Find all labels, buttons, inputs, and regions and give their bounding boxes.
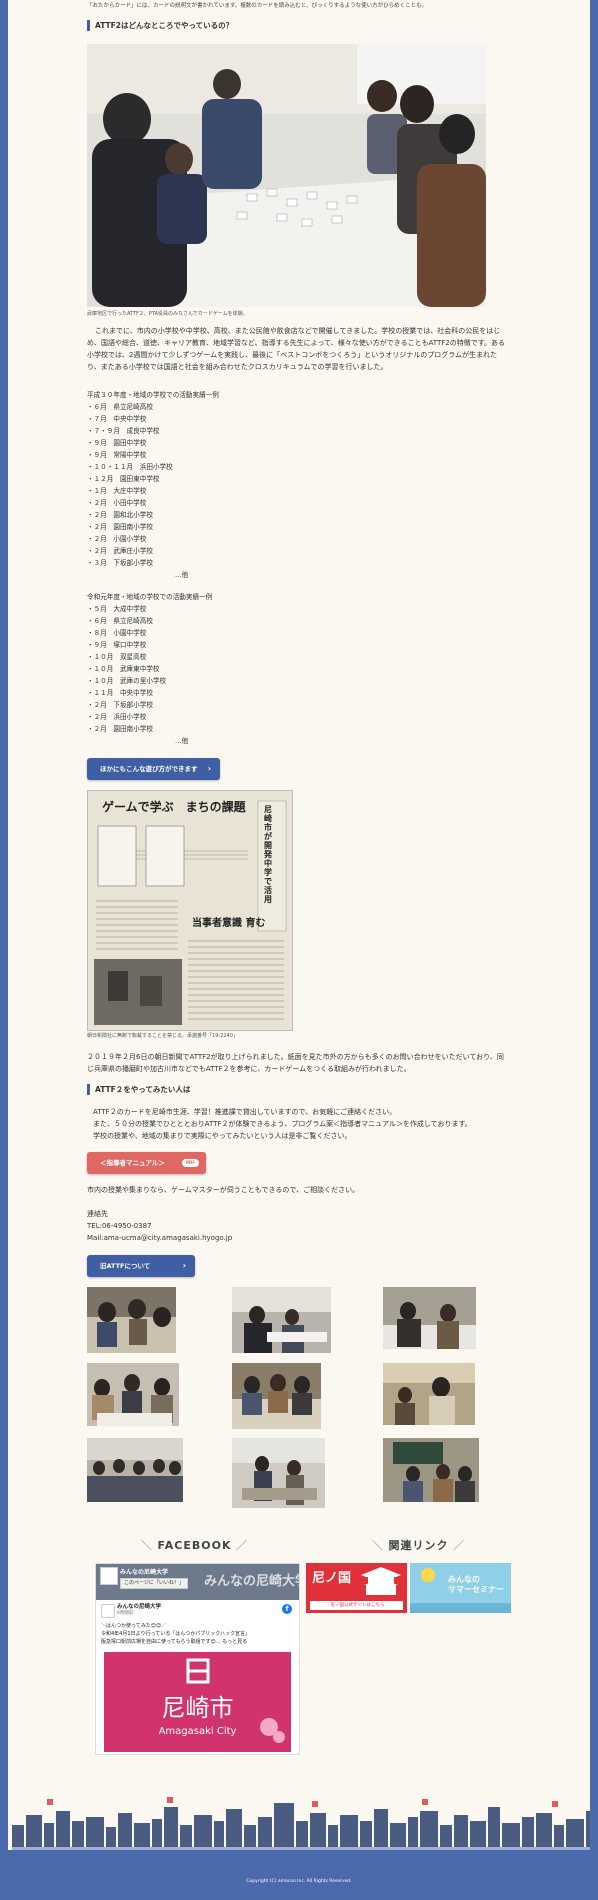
list-title: 令和元年度・地域の学校での活動実績一例 bbox=[87, 593, 213, 601]
list-item: ・５月 大成中学校 bbox=[87, 605, 147, 613]
fb-page-name[interactable]: みんなの尼崎大学 bbox=[120, 1568, 168, 1577]
news-paragraph: ２０１９年２月6日の朝日新聞でATTF2が取り上げられました。紙面を見た市外の方… bbox=[87, 1053, 504, 1073]
fb-city-name-jp: 尼崎市 bbox=[161, 1694, 234, 1722]
activity-list-2018: 平成３０年度・地域の学校での活動実績一例 ・６月 県立尼崎高校 ・７月 中央中学… bbox=[87, 389, 219, 581]
list-item: ・２月 園田南小学校 bbox=[87, 523, 153, 531]
more-ways-label: ほかにもこんな遊び方ができます bbox=[100, 765, 198, 773]
manual-button-label: ＜指導者マニュアル＞ bbox=[100, 1159, 165, 1167]
list-item: ・２月 園田南小学校 bbox=[87, 725, 153, 733]
town-skyline-illustration bbox=[12, 1797, 590, 1850]
fb-post-avatar bbox=[101, 1604, 115, 1618]
list-item: ・２月 小田中学校 bbox=[87, 499, 147, 507]
gallery-photo-1[interactable] bbox=[87, 1287, 176, 1353]
fb-post-time: 6時間前 bbox=[117, 1611, 134, 1616]
news-side-headline: 尼崎市が開発 中学で活用 bbox=[264, 805, 280, 904]
where-paragraph: これまでに、市内の小学校や中学校、高校、また公民館や飲食店などで開催してきました… bbox=[87, 327, 506, 371]
gallery-photo-5[interactable] bbox=[232, 1363, 321, 1429]
where-heading: ATTF2はどんなところでやっているの？ bbox=[87, 20, 233, 31]
try-line-2: また、５０分の授業でひとととおりATTF２が体験できるよう、プログラム案＜指導者… bbox=[93, 1120, 472, 1128]
list-item: ・２月 園和北小学校 bbox=[87, 511, 153, 519]
banner2-title: みんなの サマーセミナー bbox=[448, 1575, 504, 1594]
intro-text: 「おたからカード」には、カードの説明文が書かれています。複数のカードを読み込むと… bbox=[87, 3, 428, 9]
more-ways-button[interactable]: ほかにもこんな遊び方ができます › bbox=[87, 758, 220, 780]
banner1-title: 尼ノ国 bbox=[312, 1571, 352, 1586]
page: 「おたからカード」には、カードの説明文が書かれています。複数のカードを読み込むと… bbox=[8, 0, 590, 1850]
try-paragraph: ATTF２のカードを尼崎市生涯、学習！推進課で貸出していますので、お気軽にご連絡… bbox=[87, 1106, 509, 1142]
pdf-badge: PDF bbox=[182, 1159, 199, 1167]
gallery-photo-9[interactable] bbox=[383, 1438, 479, 1502]
list-item: ・７・９月 成良中学校 bbox=[87, 427, 160, 435]
list-item: ・１０月 武庫東中学校 bbox=[87, 665, 160, 673]
manual-pdf-button[interactable]: ＜指導者マニュアル＞ PDF bbox=[87, 1152, 206, 1174]
fb-city-name-en: Amagasaki City bbox=[158, 1726, 237, 1737]
list-etc: …他 bbox=[175, 737, 189, 745]
list-item: ・９月 常陽中学校 bbox=[87, 451, 147, 459]
contact-note: 市内の授業や集まりなら、ゲームマスターが伺うこともできるので、ご相談ください。 bbox=[87, 1186, 360, 1194]
list-item: ・６月 県立尼崎高校 bbox=[87, 617, 153, 625]
list-item: ・２月 武庫庄小学校 bbox=[87, 547, 153, 555]
gallery-photo-6[interactable] bbox=[383, 1363, 475, 1425]
list-item: ・１０月 武庫の里小学校 bbox=[87, 677, 167, 685]
try-heading: ATTF２をやってみたい人は bbox=[87, 1084, 190, 1095]
list-item: ・１０・１１月 浜田小学校 bbox=[87, 463, 173, 471]
fb-like-label: このページに「いいね！」 bbox=[124, 1580, 184, 1586]
fb-cover-text: みんなの尼崎大学 bbox=[204, 1574, 300, 1589]
gallery-photo-7[interactable] bbox=[87, 1438, 183, 1502]
list-item: ・７月 中央中学校 bbox=[87, 415, 147, 423]
list-item: ・３月 下坂部小学校 bbox=[87, 559, 153, 567]
list-item: ・１月 大庄中学校 bbox=[87, 487, 147, 495]
gallery-photo-4[interactable] bbox=[87, 1363, 179, 1426]
contact-label: 連絡先 bbox=[87, 1210, 108, 1218]
gallery-photo-2[interactable] bbox=[232, 1287, 331, 1353]
gallery-photo-3[interactable] bbox=[383, 1287, 476, 1349]
facebook-widget[interactable]: みんなの尼崎大学 みんなの尼崎大学 このページに「いいね！」 みんなの尼崎大学 … bbox=[95, 1563, 300, 1755]
list-item: ・２月 小園小学校 bbox=[87, 535, 147, 543]
footer bbox=[0, 1850, 598, 1900]
list-item: ・９月 園田中学校 bbox=[87, 439, 147, 447]
news-sub-headline: 当事者意識 育む bbox=[192, 918, 266, 929]
list-item: ・１０月 双星高校 bbox=[87, 653, 147, 661]
photo-caption: 武庫地区で行ったATTF２。PTA役員のみなさんでカードゲームを体験。 bbox=[87, 311, 248, 317]
related-section-title: ＼ 関連リンク ／ bbox=[372, 1539, 465, 1552]
copyright: Copyright (C) amacoo Inc. All Rights Res… bbox=[246, 1879, 352, 1884]
gallery-photo-8[interactable] bbox=[232, 1438, 325, 1508]
banner1-sub: 尼ノ国公式サイトはこちら bbox=[330, 1603, 385, 1608]
try-line-1: ATTF２のカードを尼崎市生涯、学習！推進課で貸出していますので、お気軽にご連絡… bbox=[93, 1108, 397, 1116]
fb-post-line: ＼はんつか使ってみた😊😊／ bbox=[101, 1623, 167, 1629]
fb-post-line: 令和4年4月1日より行っている「はんつかパブリックハック宣言」 bbox=[101, 1631, 250, 1637]
list-title: 平成３０年度・地域の学校での活動実績一例 bbox=[87, 391, 219, 399]
fb-post-text: ＼はんつか使ってみた😊😊／ 令和4年4月1日より行っている「はんつかパブリックハ… bbox=[101, 1622, 294, 1646]
list-item: ・２月 浜田小学校 bbox=[87, 713, 147, 721]
facebook-icon: f bbox=[282, 1604, 292, 1614]
facebook-section-title: ＼ FACEBOOK ／ bbox=[141, 1539, 248, 1552]
list-item: ・１１月 中央中学校 bbox=[87, 689, 153, 697]
list-item: ・６月 県立尼崎高校 bbox=[87, 403, 153, 411]
list-item: ・８月 小園中学校 bbox=[87, 629, 147, 637]
list-item: ・９月 塚口中学校 bbox=[87, 641, 147, 649]
chevron-right-icon: › bbox=[182, 1261, 186, 1270]
contact-mail[interactable]: Mail:ama-ucma@city.amagasaki.hyogo.jp bbox=[87, 1232, 509, 1244]
list-item: ・２月 下坂部小学校 bbox=[87, 701, 153, 709]
about-button-label: 旧ATTFについて bbox=[100, 1262, 151, 1270]
list-item: ・１２月 園田東中学校 bbox=[87, 475, 160, 483]
try-line-3: 学校の授業や、地域の集まりで実際にやってみたいという人は是非ご覧ください。 bbox=[93, 1132, 352, 1140]
news-caption: 朝日新聞社に無断で転載することを禁じる。承諾番号「19-2240」 bbox=[87, 1033, 238, 1039]
list-etc: …他 bbox=[175, 571, 189, 579]
workshop-photo bbox=[87, 44, 486, 307]
chevron-right-icon: › bbox=[207, 764, 211, 773]
contact-tel: TEL:06-4950-0387 bbox=[87, 1222, 152, 1230]
activity-list-2019: 令和元年度・地域の学校での活動実績一例 ・５月 大成中学校 ・６月 県立尼崎高校… bbox=[87, 591, 212, 747]
newspaper-clipping: ゲームで学ぶ まちの課題 尼崎市が開発 中学で活用 当事者意識 育む bbox=[87, 790, 293, 1031]
fb-page-avatar bbox=[100, 1567, 118, 1585]
fb-post-line: 阪急塚口駅前広場を自由に使ってもらう取組です😊… もっと見る bbox=[101, 1639, 248, 1645]
fb-post-image[interactable]: 尼崎市 Amagasaki City bbox=[104, 1652, 291, 1752]
amanokuni-banner[interactable]: 尼ノ国 尼ノ国公式サイトはこちら bbox=[306, 1563, 407, 1613]
fb-like-button[interactable]: このページに「いいね！」 bbox=[120, 1578, 188, 1589]
news-headline: ゲームで学ぶ まちの課題 bbox=[102, 800, 246, 814]
summer-seminar-banner[interactable]: みんなの サマーセミナー bbox=[410, 1563, 511, 1613]
about-old-attf-button[interactable]: 旧ATTFについて › bbox=[87, 1255, 195, 1277]
contact-block: 連絡先 TEL:06-4950-0387 Mail:ama-ucma@city.… bbox=[87, 1208, 509, 1244]
